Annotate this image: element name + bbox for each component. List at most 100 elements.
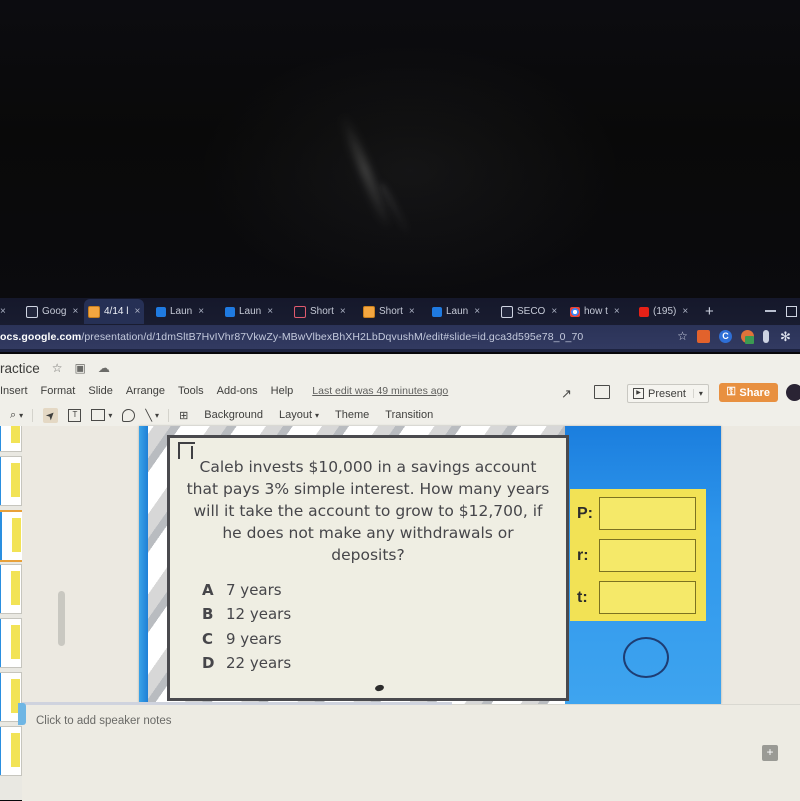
window-minimize-button[interactable] [765,310,776,312]
notes-collapse-handle[interactable] [18,703,26,725]
menu-format[interactable]: Format [41,385,76,397]
tab-close-icon[interactable]: × [614,306,620,317]
tab-close-icon[interactable]: × [0,306,6,317]
menu-help[interactable]: Help [271,385,294,397]
avatar[interactable] [786,384,800,401]
menu-addons[interactable]: Add-ons [217,385,258,397]
notes-divider [22,702,452,705]
choice-text: 9 years [226,629,282,648]
thumb-shape [11,625,20,659]
slide-filmstrip[interactable] [0,426,23,800]
cursor-icon: ➤ [43,407,59,423]
chevron-down-icon[interactable]: ▾ [19,411,23,420]
tab-close-icon[interactable]: × [474,306,480,317]
present-button[interactable]: ▶ Present ▾ [627,384,709,403]
select-cursor-tool[interactable]: ➤ [43,407,59,423]
tab-close-icon[interactable]: × [72,306,78,317]
star-icon[interactable]: ☆ [52,361,63,375]
slide-thumbnail[interactable] [0,726,22,776]
tab-close-icon[interactable]: × [551,306,557,317]
tab-seco[interactable]: SECO × [497,299,561,324]
tab-google[interactable]: Goog × [22,299,82,324]
tab-youtube[interactable]: (195) × [635,299,692,324]
tab-slides-active[interactable]: 4/14 l × [84,299,145,324]
slide-thumbnail[interactable] [0,564,22,614]
image-icon [91,409,106,421]
field-input-t[interactable] [599,581,696,614]
tab-short-2[interactable]: Short × [359,299,419,324]
tab-launch-3[interactable]: Laun × [428,299,484,324]
tab-close-icon[interactable]: × [409,306,415,317]
menu-slide[interactable]: Slide [88,385,112,397]
tab-close-icon[interactable]: × [340,306,346,317]
field-label-t: t: [577,588,588,606]
field-input-p[interactable] [599,497,696,530]
menu-insert[interactable]: Insert [0,385,28,397]
url-path: /presentation/d/1dmSltB7HvIVhr87VkwZy-MB… [81,331,584,343]
chevron-down-icon[interactable]: ▾ [155,411,159,420]
transition-button[interactable]: Transition [385,409,433,421]
shape-tool[interactable] [122,408,136,422]
slide-thumbnail[interactable] [0,426,22,452]
extensions-puzzle-icon[interactable]: ✻ [780,330,793,343]
tab-close-icon[interactable]: × [134,306,140,317]
activity-trend-icon[interactable]: ↗ [561,386,572,402]
tab-launch-2[interactable]: Laun × [221,299,277,324]
bookmark-star-icon[interactable]: ☆ [676,330,689,343]
last-edit-status[interactable]: Last edit was 49 minutes ago [312,385,448,397]
comment-icon[interactable] [594,385,610,399]
page-title[interactable]: ractice [0,361,40,376]
tab-close-icon[interactable]: × [682,306,688,317]
scrollbar-handle[interactable] [58,591,65,646]
line-tool[interactable]: ╲ ▾ [145,409,159,422]
tab-close-icon[interactable]: × [267,306,273,317]
chevron-down-icon[interactable]: ▾ [315,411,319,420]
menu-arrange[interactable]: Arrange [126,385,165,397]
new-tab-button[interactable]: + [705,303,714,320]
address-bar[interactable]: ocs.google.com/presentation/d/1dmSltB7Hv… [0,325,800,349]
cloud-status-icon: ☁ [97,361,110,375]
answer-choice-b[interactable]: B 12 years [202,602,291,626]
tab-howto[interactable]: how t × [566,299,624,324]
question-textbox[interactable]: Caleb invests $10,000 in a savings accou… [167,435,569,701]
chevron-down-icon[interactable]: ▾ [108,411,112,420]
answer-choice-a[interactable]: A 7 years [202,578,291,602]
textbox-tool[interactable]: T [68,408,82,422]
answer-circle-shape[interactable] [623,637,669,678]
window-maximize-button[interactable] [786,306,797,317]
answer-choice-d[interactable]: D 22 years [202,651,291,675]
tab-partial[interactable]: × [0,299,10,324]
slide-canvas[interactable]: P: r: t: Caleb invests $10,000 in a savi… [139,426,721,704]
chevron-down-icon[interactable]: ▾ [692,389,703,398]
image-tool[interactable]: ▾ [91,409,112,421]
extension-c-icon[interactable]: C [719,330,732,343]
tab-close-icon[interactable]: × [198,306,204,317]
speaker-notes-pane[interactable]: Click to add speaker notes + [18,702,800,801]
theme-button[interactable]: Theme [335,409,369,421]
tab-launch-1[interactable]: Laun × [152,299,208,324]
layout-button[interactable]: Layout ▾ [279,409,319,421]
menu-tools[interactable]: Tools [178,385,204,397]
tab-short-1[interactable]: Short × [290,299,350,324]
thumb-shape [11,426,20,443]
extension-orange-icon[interactable] [697,330,710,343]
thumb-accent [0,565,1,613]
move-to-folder-icon[interactable]: ▣ [75,361,86,375]
document-title-row: ractice ☆ ▣ ☁ [0,354,800,382]
background-button[interactable]: Background [204,409,263,421]
answer-choice-c[interactable]: C 9 years [202,627,291,651]
slide-thumbnail-selected[interactable] [0,510,22,562]
slide-thumbnail[interactable] [0,456,22,506]
add-textbox-tool[interactable]: ⊞ [179,409,188,422]
extension-small-icon[interactable] [763,330,769,343]
zoom-in-button[interactable]: + [762,745,778,761]
share-button[interactable]: ⚿ Share [719,383,778,402]
field-input-r[interactable] [599,539,696,572]
choice-text: 12 years [226,605,292,624]
browser-tab-strip: × Goog × 4/14 l × Laun × Laun × Short × [0,298,800,325]
slide-thumbnail[interactable] [0,618,22,668]
zoom-tool[interactable]: ⌕ ▾ [10,409,23,422]
field-row-r: r: [577,539,696,572]
google-slides-app: ractice ☆ ▣ ☁ Insert Format Slide Arrang… [0,354,800,801]
slide-right-panel: P: r: t: [565,426,721,704]
